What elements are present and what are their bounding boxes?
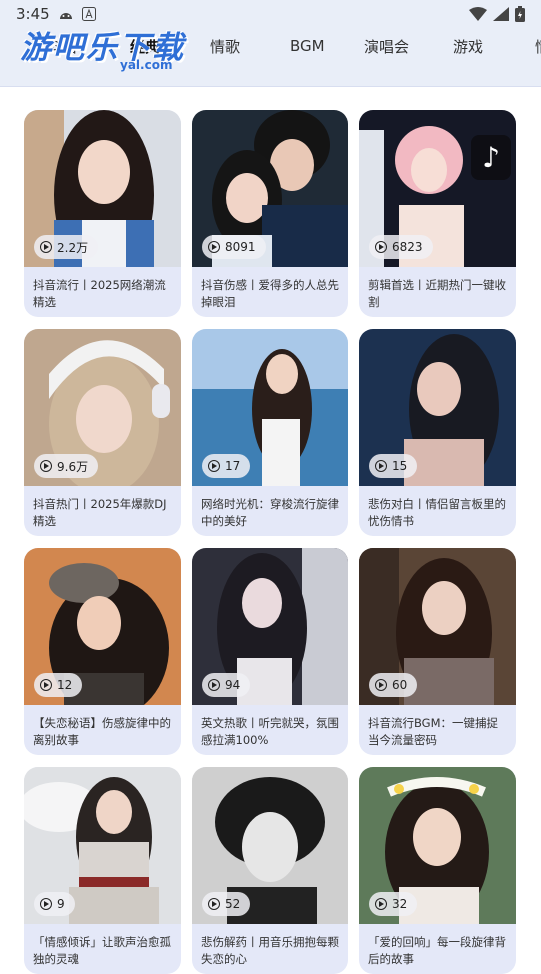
card-title: 【失恋秘语】伤感旋律中的离别故事 <box>33 716 171 747</box>
play-count-badge: 9.6万 <box>34 454 99 478</box>
font-icon <box>81 7 96 21</box>
cover-image: 9 <box>24 767 181 924</box>
cover-image: 12 <box>24 548 181 705</box>
cover-image: 8091 <box>192 110 348 267</box>
play-icon <box>208 460 220 472</box>
play-icon <box>40 898 52 910</box>
playlist-card[interactable]: ♪ 6823 剪辑首选丨近期热门一键收割 <box>359 110 516 317</box>
signal-icon <box>493 7 509 21</box>
play-count: 9.6万 <box>57 459 89 474</box>
playlist-card[interactable]: 32 「爱的回响」每一段旋律背后的故事 <box>359 767 516 974</box>
card-title: 网络时光机：穿梭流行旋律中的美好 <box>201 497 339 528</box>
playlist-card[interactable]: 94 英文热歌丨听完就哭，氛围感拉满100% <box>192 548 348 755</box>
card-title: 「情感倾诉」让歌声治愈孤独的灵魂 <box>33 935 171 966</box>
play-icon <box>375 679 387 691</box>
play-count-badge: 32 <box>369 892 418 916</box>
tab-bgm[interactable]: BGM <box>290 37 325 55</box>
card-title: 抖音流行BGM：一键捕捉当今流量密码 <box>368 716 499 747</box>
cover-image: ♪ 6823 <box>359 110 516 267</box>
play-count: 94 <box>225 678 241 692</box>
android-icon <box>59 13 72 19</box>
card-title: 英文热歌丨听完就哭，氛围感拉满100% <box>201 716 339 747</box>
play-count: 6823 <box>392 240 423 254</box>
playlist-card[interactable]: 17 网络时光机：穿梭流行旋律中的美好 <box>192 329 348 536</box>
card-title: 剪辑首选丨近期热门一键收割 <box>368 278 506 309</box>
cover-image: 94 <box>192 548 348 705</box>
play-count-badge: 9 <box>34 892 75 916</box>
card-title: 悲伤对白丨情侣留言板里的忧伤情书 <box>368 497 506 528</box>
play-count-badge: 8091 <box>202 235 266 259</box>
cover-image: 17 <box>192 329 348 486</box>
tab-games[interactable]: 游戏 <box>453 36 483 57</box>
play-icon <box>40 241 52 253</box>
play-icon <box>40 460 52 472</box>
tab-more[interactable]: 情 <box>535 36 541 57</box>
play-count: 2.2万 <box>57 240 89 255</box>
play-icon <box>208 898 220 910</box>
play-count-badge: 2.2万 <box>34 235 99 259</box>
play-count: 8091 <box>225 240 256 254</box>
tab-love-songs[interactable]: 情歌 <box>210 36 240 57</box>
cover-image: 60 <box>359 548 516 705</box>
cover-image: 15 <box>359 329 516 486</box>
playlist-card[interactable]: 9 「情感倾诉」让歌声治愈孤独的灵魂 <box>24 767 181 974</box>
cover-image: 2.2万 <box>24 110 181 267</box>
play-count: 60 <box>392 678 408 692</box>
card-title: 抖音热门丨2025年爆款DJ精选 <box>33 497 167 528</box>
playlist-card[interactable]: 8091 抖音伤感丨爱得多的人总先掉眼泪 <box>192 110 348 317</box>
play-count-badge: 60 <box>369 673 418 697</box>
cover-image: 9.6万 <box>24 329 181 486</box>
play-count-badge: 12 <box>34 673 83 697</box>
cover-image: 52 <box>192 767 348 924</box>
status-time: 3:45 <box>16 5 50 23</box>
playlist-card[interactable]: 60 抖音流行BGM：一键捕捉当今流量密码 <box>359 548 516 755</box>
playlist-card[interactable]: 52 悲伤解药丨用音乐拥抱每颗失恋的心 <box>192 767 348 974</box>
play-count-badge: 17 <box>202 454 251 478</box>
battery-icon <box>515 6 525 22</box>
playlist-card[interactable]: 12 【失恋秘语】伤感旋律中的离别故事 <box>24 548 181 755</box>
play-count: 12 <box>57 678 73 692</box>
play-count-badge: 6823 <box>369 235 433 259</box>
playlist-card[interactable]: 15 悲伤对白丨情侣留言板里的忧伤情书 <box>359 329 516 536</box>
play-icon <box>208 679 220 691</box>
play-icon <box>375 241 387 253</box>
play-icon <box>40 679 52 691</box>
playlist-card[interactable]: 9.6万 抖音热门丨2025年爆款DJ精选 <box>24 329 181 536</box>
card-title: 「爱的回响」每一段旋律背后的故事 <box>368 935 506 966</box>
play-count-badge: 94 <box>202 673 251 697</box>
card-title: 悲伤解药丨用音乐拥抱每颗失恋的心 <box>201 935 339 966</box>
cover-image: 32 <box>359 767 516 924</box>
play-count-badge: 15 <box>369 454 418 478</box>
play-count: 9 <box>57 897 65 911</box>
card-title: 抖音伤感丨爱得多的人总先掉眼泪 <box>201 278 339 309</box>
svg-text:♪: ♪ <box>482 141 500 174</box>
wifi-icon <box>469 7 487 21</box>
playlist-card[interactable]: 2.2万 抖音流行丨2025网络潮流精选 <box>24 110 181 317</box>
watermark-subtext: yal.com <box>120 58 173 72</box>
status-bar: 3:45 <box>0 0 541 28</box>
play-count-badge: 52 <box>202 892 251 916</box>
play-icon <box>375 460 387 472</box>
play-icon <box>208 241 220 253</box>
play-count: 52 <box>225 897 241 911</box>
play-count: 15 <box>392 459 408 473</box>
play-icon <box>375 898 387 910</box>
card-title: 抖音流行丨2025网络潮流精选 <box>33 278 166 309</box>
play-count: 32 <box>392 897 408 911</box>
play-count: 17 <box>225 459 241 473</box>
tab-concert[interactable]: 演唱会 <box>364 36 409 57</box>
playlist-grid: 2.2万 抖音流行丨2025网络潮流精选 8091 抖音伤感丨爱得多的人总先掉眼… <box>24 110 516 974</box>
